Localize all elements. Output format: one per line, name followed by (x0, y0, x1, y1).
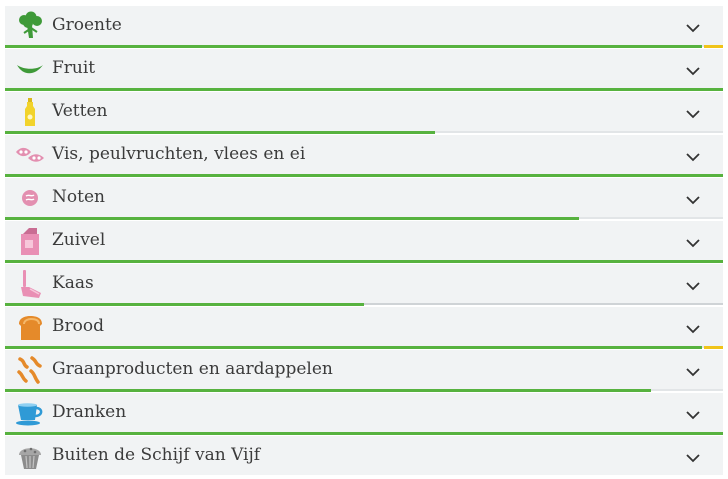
fish-beans-icon (15, 140, 45, 170)
chevron-down-icon[interactable] (685, 449, 701, 463)
category-row-vis-peulvruchten-vlees-ei[interactable]: Vis, peulvruchten, vlees en ei (5, 135, 723, 174)
category-row-zuivel[interactable]: Zuivel (5, 221, 723, 260)
category-label: Vetten (52, 101, 108, 121)
progress-fill (5, 389, 651, 392)
chevron-down-icon[interactable] (685, 363, 701, 377)
progress-bar-graanproducten (5, 389, 723, 392)
progress-over-indicator (704, 45, 723, 48)
progress-bar-dranken (5, 432, 723, 435)
pasta-icon (15, 355, 45, 385)
muffin-icon (15, 441, 45, 471)
category-label: Brood (52, 316, 104, 336)
progress-fill (5, 346, 702, 349)
broccoli-icon (15, 11, 45, 41)
category-row-noten[interactable]: Noten (5, 178, 723, 217)
progress-fill (5, 45, 702, 48)
bean-pod-icon (15, 54, 45, 84)
category-row-groente[interactable]: Groente (5, 6, 723, 45)
progress-over-indicator (704, 346, 723, 349)
category-row-buiten-schijf[interactable]: Buiten de Schijf van Vijf (5, 436, 723, 475)
category-label: Vis, peulvruchten, vlees en ei (52, 144, 306, 164)
chevron-down-icon[interactable] (685, 105, 701, 119)
nut-icon (15, 183, 45, 213)
category-label: Graanproducten en aardappelen (52, 359, 333, 379)
category-label: Dranken (52, 402, 127, 422)
progress-bar-vetten (5, 131, 723, 134)
progress-bar-zuivel (5, 260, 723, 263)
category-row-dranken[interactable]: Dranken (5, 393, 723, 432)
progress-bar-brood (5, 346, 723, 349)
category-label: Kaas (52, 273, 94, 293)
chevron-down-icon[interactable] (685, 277, 701, 291)
chevron-down-icon[interactable] (685, 234, 701, 248)
category-row-graanproducten[interactable]: Graanproducten en aardappelen (5, 350, 723, 389)
progress-bar-fruit (5, 88, 723, 91)
chevron-down-icon[interactable] (685, 19, 701, 33)
oil-bottle-icon (15, 97, 45, 127)
progress-fill (5, 88, 723, 91)
progress-fill (5, 131, 435, 134)
bread-icon (15, 312, 45, 342)
chevron-down-icon[interactable] (685, 148, 701, 162)
progress-fill (5, 174, 723, 177)
chevron-down-icon[interactable] (685, 320, 701, 334)
category-row-fruit[interactable]: Fruit (5, 49, 723, 88)
cup-icon (15, 398, 45, 428)
progress-fill (5, 432, 723, 435)
category-label: Fruit (52, 58, 96, 78)
progress-bar-noten (5, 217, 723, 220)
progress-fill (5, 303, 364, 306)
progress-fill (5, 260, 723, 263)
food-category-accordion: Groente Fruit Vetten Vis, peulvruchten, … (0, 0, 728, 479)
milk-carton-icon (15, 226, 45, 256)
chevron-down-icon[interactable] (685, 62, 701, 76)
chevron-down-icon[interactable] (685, 191, 701, 205)
category-label: Zuivel (52, 230, 106, 250)
chevron-down-icon[interactable] (685, 406, 701, 420)
progress-bar-groente (5, 45, 723, 48)
cheese-slicer-icon (15, 269, 45, 299)
category-row-vetten[interactable]: Vetten (5, 92, 723, 131)
progress-bar-vis (5, 174, 723, 177)
category-row-kaas[interactable]: Kaas (5, 264, 723, 303)
progress-fill (5, 217, 579, 220)
category-row-brood[interactable]: Brood (5, 307, 723, 346)
category-label: Buiten de Schijf van Vijf (52, 445, 261, 465)
progress-bar-kaas (5, 303, 723, 306)
category-label: Noten (52, 187, 105, 207)
category-label: Groente (52, 15, 122, 35)
